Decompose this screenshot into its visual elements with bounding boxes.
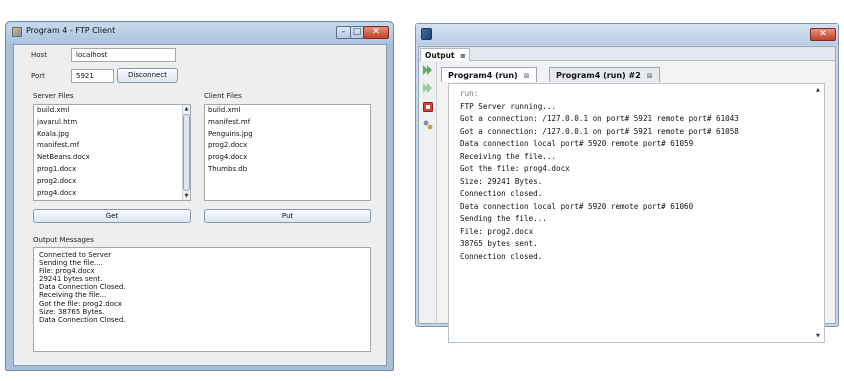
settings-icon[interactable]	[423, 120, 433, 130]
console-line: run:	[460, 89, 479, 98]
console-line: Size: 29241 Bytes.	[460, 176, 543, 186]
minimize-button[interactable]: –	[336, 26, 351, 39]
console-output[interactable]: run: FTP Server running... Got a connectio…	[448, 83, 825, 343]
console-line: Sending the file...	[460, 214, 547, 223]
close-button[interactable]: ✕	[363, 26, 389, 39]
output-panel-title: Output	[425, 51, 455, 60]
rerun-with-options-icon[interactable]	[423, 83, 433, 93]
server-files-label: Server Files	[33, 92, 74, 100]
console-line: File: prog2.docx	[460, 226, 534, 236]
list-item[interactable]: NetBeans.docx	[34, 152, 190, 164]
output-toolbar	[419, 62, 437, 323]
output-titlebar[interactable]: ✕	[416, 24, 838, 45]
list-item[interactable]: prog2.docx	[205, 140, 370, 152]
list-item[interactable]: manifest.mf	[205, 117, 370, 129]
scrollbar-thumb[interactable]	[183, 114, 190, 191]
scroll-down-arrow-icon[interactable]: ▼	[816, 333, 820, 339]
list-item[interactable]: prog4.docx	[205, 152, 370, 164]
list-item[interactable]: manifest.mf	[34, 140, 190, 152]
port-field[interactable]: 5921	[71, 69, 114, 83]
ftp-client-window: Program 4 - FTP Client – □ ✕ Host localh…	[5, 21, 394, 371]
window-title: Program 4 - FTP Client	[26, 26, 116, 35]
output-message-line: Size: 38765 Bytes.	[39, 307, 105, 316]
output-message-line: Data Connection Closed.	[39, 315, 126, 324]
list-item[interactable]: build.xml	[205, 105, 370, 117]
output-message-line: Got the file: prog2.docx	[39, 299, 122, 308]
console-line: Got the file: prog4.docx	[460, 164, 570, 173]
server-files-scrollbar[interactable]: ▲ ▼	[182, 105, 190, 200]
put-button[interactable]: Put	[204, 209, 371, 223]
client-files-list[interactable]: build.xml manifest.mf Penguins.jpg prog2.do…	[204, 104, 371, 201]
maximize-button[interactable]: □	[350, 26, 364, 39]
output-message-line: Data Connection Closed.	[39, 283, 126, 292]
list-item[interactable]: Thumbs.db	[205, 164, 370, 176]
rerun-icon[interactable]	[423, 65, 433, 75]
tab-program4-run[interactable]: Program4 (run) ⊠	[441, 67, 537, 82]
list-item[interactable]: Koala.jpg	[34, 129, 190, 141]
console-scrollbar[interactable]: ▲ ▼	[815, 84, 824, 342]
list-item[interactable]: prog2.docx	[34, 176, 190, 188]
console-line: Connection closed.	[460, 189, 543, 198]
console-line: FTP Server running...	[460, 101, 557, 111]
close-icon[interactable]: ⊠	[647, 72, 653, 80]
client-files-label: Client Files	[204, 92, 242, 100]
console-line: Data connection local port# 5920 remote …	[460, 201, 694, 211]
close-icon[interactable]: ⊠	[524, 72, 530, 80]
output-panel-tab[interactable]: Output ⊠	[420, 48, 471, 61]
scroll-down-arrow-icon[interactable]: ▼	[183, 192, 190, 200]
host-label: Host	[31, 51, 47, 59]
close-icon[interactable]: ⊠	[460, 53, 465, 60]
console-line: Got a connection: /127.0.0.1 on port# 59…	[460, 114, 739, 123]
ftp-content-pane: Host localhost Port 5921 Disconnect Serv…	[13, 44, 387, 366]
ftp-titlebar[interactable]: Program 4 - FTP Client – □ ✕	[6, 22, 393, 44]
list-item[interactable]: prog4.docx	[34, 188, 190, 200]
tab-label: Program4 (run) #2	[556, 71, 641, 80]
host-field[interactable]: localhost	[71, 48, 176, 62]
port-label: Port	[31, 72, 45, 80]
server-files-list[interactable]: build.xml javarul.htm Koala.jpg manifest.mf…	[33, 104, 191, 201]
output-window: ✕ Output ⊠ Program4 (run) ⊠ Program4 (ru…	[415, 23, 839, 343]
get-button[interactable]: Get	[33, 209, 191, 223]
output-message-line: Receiving the file...	[39, 291, 107, 300]
disconnect-button[interactable]: Disconnect	[117, 68, 178, 83]
tab-program4-run-2[interactable]: Program4 (run) #2 ⊠	[549, 67, 660, 82]
list-item[interactable]: prog1.docx	[34, 164, 190, 176]
console-line: Data connection local port# 5920 remote …	[460, 139, 694, 148]
output-message-line: 29241 bytes sent.	[39, 275, 103, 284]
console-line: 38765 bytes sent.	[460, 239, 538, 248]
console-line: Connection closed.	[460, 251, 543, 261]
tab-label: Program4 (run)	[448, 71, 518, 80]
list-item[interactable]: build.xml	[34, 105, 190, 117]
scroll-up-arrow-icon[interactable]: ▲	[816, 87, 820, 93]
netbeans-icon	[421, 28, 432, 40]
java-app-icon	[12, 27, 22, 37]
scroll-up-arrow-icon[interactable]: ▲	[183, 105, 190, 113]
output-panel: Output ⊠ Program4 (run) ⊠ Program4 (run)	[418, 46, 836, 343]
list-item[interactable]: Penguins.jpg	[205, 129, 370, 141]
list-item[interactable]: javarul.htm	[34, 117, 190, 129]
console-line: Got a connection: /127.0.0.1 on port# 59…	[460, 126, 739, 136]
output-messages-label: Output Messages	[33, 236, 94, 244]
output-message-line: File: prog4.docx	[39, 267, 95, 276]
output-messages-area[interactable]: Connected to Server Sending the file.... F…	[33, 247, 371, 352]
close-button[interactable]: ✕	[810, 28, 836, 41]
output-message-line: Connected to Server	[39, 251, 112, 259]
output-panel-tabbar: Output ⊠	[419, 47, 835, 61]
stop-icon[interactable]	[423, 102, 433, 112]
console-line: Receiving the file...	[460, 151, 557, 161]
output-message-line: Sending the file....	[39, 259, 103, 268]
